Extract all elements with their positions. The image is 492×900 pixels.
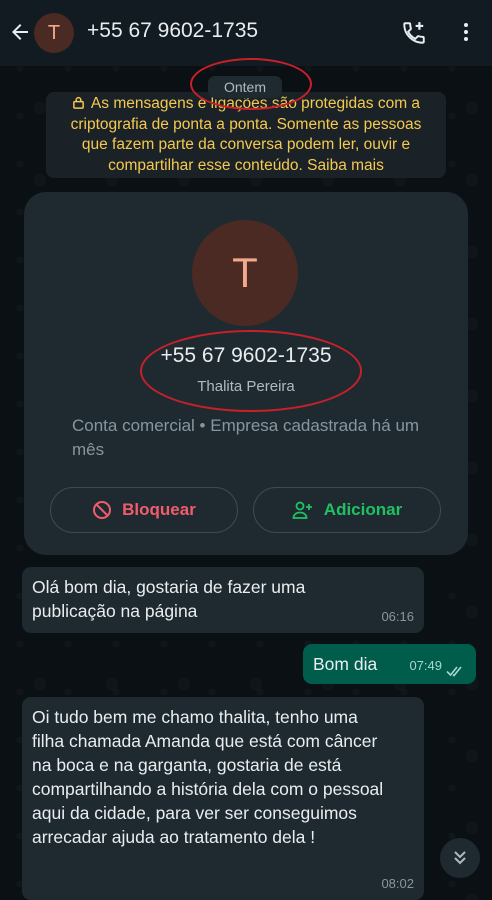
add-button-label: Adicionar: [323, 500, 403, 519]
message-bubble-incoming[interactable]: Olá bom dia, gostaria de fazer uma publi…: [22, 567, 424, 633]
message-time: 07:49: [409, 658, 442, 673]
message-time: 08:02: [381, 876, 414, 891]
profile-card: T +55 67 9602-1735 Thalita Pereira Conta…: [24, 192, 468, 555]
lock-icon: [73, 96, 84, 109]
block-button-label: Bloquear: [122, 500, 196, 519]
message-bubble-incoming[interactable]: Oi tudo bem me chamo thalita, tenho uma …: [22, 697, 424, 900]
block-button[interactable]: Bloquear: [50, 487, 238, 533]
back-arrow-icon[interactable]: [8, 20, 32, 44]
scroll-to-bottom-button[interactable]: [440, 838, 480, 878]
double-check-icon: [446, 666, 462, 677]
message-text: Oi tudo bem me chamo thalita, tenho uma …: [32, 707, 384, 847]
message-time: 06:16: [381, 609, 414, 624]
chat-header: T +55 67 9602-1735: [0, 0, 492, 66]
annotation-ellipse: [140, 330, 362, 412]
message-text: Bom dia: [313, 654, 378, 674]
call-add-icon[interactable]: [401, 20, 427, 46]
profile-avatar[interactable]: T: [192, 220, 298, 326]
block-icon: [93, 501, 112, 519]
more-vert-icon[interactable]: [454, 20, 478, 44]
business-info: Conta comercial • Empresa cadastrada há …: [72, 416, 420, 459]
chevrons-down-icon: [454, 851, 466, 865]
add-contact-button[interactable]: Adicionar: [253, 487, 441, 533]
person-add-icon: [292, 501, 312, 519]
contact-title[interactable]: +55 67 9602-1735: [87, 19, 258, 43]
message-text: Olá bom dia, gostaria de fazer uma publi…: [32, 577, 306, 621]
avatar[interactable]: T: [34, 13, 74, 53]
annotation-ellipse: [190, 58, 312, 110]
message-bubble-outgoing[interactable]: Bom dia 07:49: [303, 644, 476, 684]
